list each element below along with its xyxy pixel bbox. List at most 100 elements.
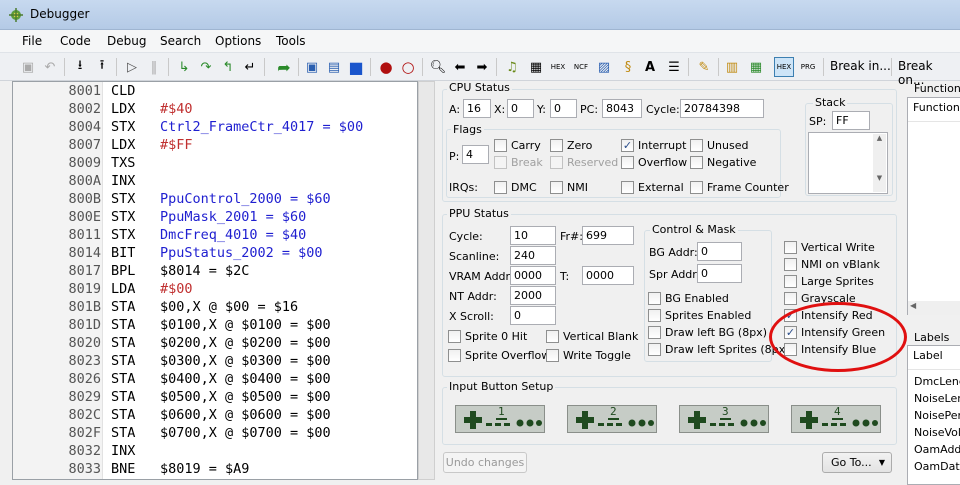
layout-icon[interactable]: ▥ bbox=[722, 57, 742, 77]
run-ppu-cycle-icon[interactable]: ▤ bbox=[324, 57, 344, 77]
menu-debug[interactable]: Debug bbox=[107, 34, 146, 48]
zero-checkbox[interactable] bbox=[550, 139, 563, 152]
write-toggle-checkbox[interactable] bbox=[546, 349, 559, 362]
p-register-field[interactable]: 4 bbox=[462, 145, 489, 164]
sprite-overflow-checkbox[interactable] bbox=[448, 349, 461, 362]
nmi-checkbox[interactable] bbox=[550, 181, 563, 194]
continue-icon[interactable]: ▷ bbox=[122, 57, 142, 77]
ppu-viewer-icon[interactable]: ▨ bbox=[594, 57, 614, 77]
code-line[interactable]: 8023 STA $0300,X @ $0300 = $00 bbox=[13, 353, 417, 371]
edit-label-icon[interactable]: ✎ bbox=[694, 57, 714, 77]
code-line[interactable]: 8009 TXS bbox=[13, 155, 417, 173]
sprites-enabled-checkbox[interactable] bbox=[648, 309, 661, 322]
goto-button[interactable]: Go To... ▼ bbox=[822, 452, 892, 473]
code-line[interactable]: 8033 BNE $8019 = $A9 bbox=[13, 461, 417, 479]
draw-left-bg-checkbox[interactable] bbox=[648, 326, 661, 339]
code-line[interactable]: 801D STA $0100,X @ $0100 = $00 bbox=[13, 317, 417, 335]
unused-checkbox[interactable] bbox=[690, 139, 703, 152]
code-line[interactable]: 8007 LDX #$FF bbox=[13, 137, 417, 155]
undo-icon[interactable]: ↶ bbox=[40, 57, 60, 77]
carry-checkbox[interactable] bbox=[494, 139, 507, 152]
label-list-item[interactable]: DmcLeng bbox=[914, 375, 960, 388]
code-line[interactable]: 802C STA $0600,X @ $0600 = $00 bbox=[13, 407, 417, 425]
x-register-field[interactable]: 0 bbox=[507, 99, 534, 118]
script-icon[interactable]: § bbox=[618, 57, 638, 77]
functions-list[interactable]: Function ◀ bbox=[907, 97, 960, 315]
vertical-write-checkbox[interactable] bbox=[784, 241, 797, 254]
external-checkbox[interactable] bbox=[621, 181, 634, 194]
ppu-cycle-field[interactable]: 10 bbox=[510, 226, 556, 245]
gamepad-1-button[interactable]: 1 bbox=[455, 405, 545, 433]
nmi-vblank-checkbox[interactable] bbox=[784, 258, 797, 271]
apu-viewer-icon[interactable]: ♫ bbox=[502, 57, 522, 77]
code-line[interactable]: 8014 BIT PpuStatus_2002 = $00 bbox=[13, 245, 417, 263]
code-line[interactable]: 8001 CLD bbox=[13, 83, 417, 101]
label-list-item[interactable]: OamAddr bbox=[914, 443, 960, 456]
draw-left-sprites-checkbox[interactable] bbox=[648, 343, 661, 356]
code-line[interactable]: 800E STX PpuMask_2001 = $60 bbox=[13, 209, 417, 227]
show-prg-icon[interactable]: PRG bbox=[798, 57, 818, 77]
menu-tools[interactable]: Tools bbox=[276, 34, 306, 48]
pause-icon[interactable]: ‖ bbox=[144, 57, 164, 77]
step-over-icon[interactable]: ↷ bbox=[196, 57, 216, 77]
gamepad-3-button[interactable]: 3 bbox=[679, 405, 769, 433]
overflow-checkbox[interactable] bbox=[621, 156, 634, 169]
disable-breakpoints-icon[interactable]: ○ bbox=[398, 57, 418, 77]
code-line[interactable]: 8019 LDA #$00 bbox=[13, 281, 417, 299]
menu-file[interactable]: File bbox=[22, 34, 42, 48]
vertical-blank-checkbox[interactable] bbox=[546, 330, 559, 343]
gamepad-4-button[interactable]: 4 bbox=[791, 405, 881, 433]
nametable-viewer-icon[interactable]: NCF bbox=[571, 57, 591, 77]
bg-enabled-checkbox[interactable] bbox=[648, 292, 661, 305]
a-register-field[interactable]: 16 bbox=[463, 99, 491, 118]
code-line[interactable]: 800A INX bbox=[13, 173, 417, 191]
run-scanline-icon[interactable]: ■ bbox=[346, 57, 366, 77]
label-list-item[interactable]: NoisePeri bbox=[914, 409, 960, 422]
negative-checkbox[interactable] bbox=[690, 156, 703, 169]
code-line[interactable]: 8020 STA $0200,X @ $0200 = $00 bbox=[13, 335, 417, 353]
step-into-icon[interactable]: ↳ bbox=[174, 57, 194, 77]
grid-icon[interactable]: ▦ bbox=[746, 57, 766, 77]
code-line[interactable]: 8017 BPL $8014 = $2C bbox=[13, 263, 417, 281]
code-line[interactable]: 8029 STA $0500,X @ $0500 = $00 bbox=[13, 389, 417, 407]
nav-back-icon[interactable]: ⬅ bbox=[450, 57, 470, 77]
find-icon[interactable]: 🔍︎ bbox=[428, 57, 448, 77]
label-list-item[interactable]: OamData bbox=[914, 460, 960, 473]
sprite0-hit-checkbox[interactable] bbox=[448, 330, 461, 343]
pc-field[interactable]: 8043 bbox=[602, 99, 642, 118]
assembler-icon[interactable]: ▦ bbox=[526, 57, 546, 77]
stack-list[interactable]: ▲ ▼ bbox=[808, 132, 888, 194]
nav-forward-icon[interactable]: ➡ bbox=[472, 57, 492, 77]
scanline-field[interactable]: 240 bbox=[510, 246, 556, 265]
code-line[interactable]: 8032 INX bbox=[13, 443, 417, 461]
break-in-button[interactable]: Break in... bbox=[830, 59, 891, 73]
interrupt-checkbox[interactable]: ✓ bbox=[621, 139, 634, 152]
cpu-cycle-field[interactable]: 20784398 bbox=[680, 99, 764, 118]
bytecode-toggle-icon[interactable]: HEX bbox=[774, 57, 794, 77]
function-column-header[interactable]: Function bbox=[908, 98, 960, 122]
spr-addr-field[interactable]: 0 bbox=[697, 264, 742, 283]
run-cpu-cycle-icon[interactable]: ▣ bbox=[302, 57, 322, 77]
step-out-icon[interactable]: ↰ bbox=[218, 57, 238, 77]
grayscale-checkbox[interactable] bbox=[784, 292, 797, 305]
code-scrollbar[interactable] bbox=[418, 81, 435, 480]
code-line[interactable]: 802F STA $0700,X @ $0700 = $00 bbox=[13, 425, 417, 443]
code-line[interactable]: 800B STX PpuControl_2000 = $60 bbox=[13, 191, 417, 209]
code-line[interactable]: 8004 STX Ctrl2_FrameCtr_4017 = $00 bbox=[13, 119, 417, 137]
t-field[interactable]: 0000 bbox=[582, 266, 634, 285]
menu-options[interactable]: Options bbox=[215, 34, 261, 48]
import-icon[interactable]: ⭳ bbox=[70, 57, 90, 77]
frame-field[interactable]: 699 bbox=[582, 226, 634, 245]
code-line[interactable]: 8026 STA $0400,X @ $0400 = $00 bbox=[13, 371, 417, 389]
label-column-header[interactable]: Label bbox=[908, 346, 960, 370]
vram-addr-field[interactable]: 0000 bbox=[510, 266, 556, 285]
gamepad-2-button[interactable]: 2 bbox=[567, 405, 657, 433]
label-list-item[interactable]: NoiseLen bbox=[914, 392, 960, 405]
code-line[interactable]: 8002 LDX #$40 bbox=[13, 101, 417, 119]
label-list-item[interactable]: NoiseVolu bbox=[914, 426, 960, 439]
undo-changes-button[interactable]: Undo changes bbox=[443, 452, 527, 473]
stack-scrollbar[interactable]: ▲ ▼ bbox=[873, 134, 886, 192]
breakpoint-icon[interactable]: ● bbox=[376, 57, 396, 77]
run-frame-icon[interactable]: ➦ bbox=[274, 57, 294, 77]
menu-search[interactable]: Search bbox=[160, 34, 201, 48]
